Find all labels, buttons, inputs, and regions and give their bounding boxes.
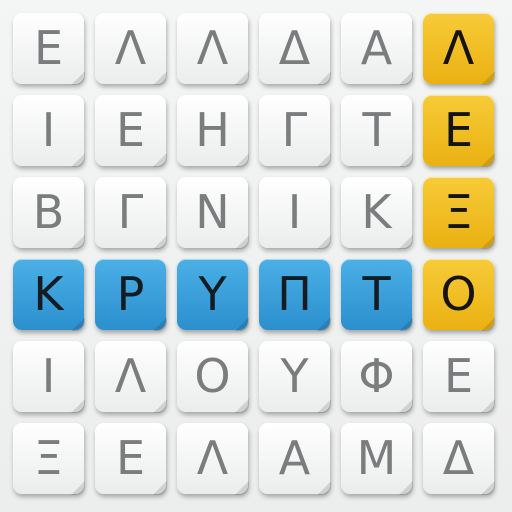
letter-tile-r3-c5[interactable]: Ο [423,259,495,331]
letter: Ε [33,20,64,75]
letter-tile-r2-c3[interactable]: Ι [259,177,331,249]
letter-tile-r1-c3[interactable]: Γ [259,95,331,167]
letter-tile-r1-c1[interactable]: Ε [95,95,167,167]
letter-tile-r1-c0[interactable]: Ι [13,95,85,167]
letter: Λ [114,20,147,75]
letter: Ο [440,266,477,321]
letter: Λ [196,20,229,75]
letter-tile-r5-c2[interactable]: Λ [177,423,249,495]
letter: Ξ [443,184,474,239]
letter: Π [277,266,312,321]
letter: Ν [195,184,230,239]
letter-tile-r1-c4[interactable]: Τ [341,95,413,167]
letter: Λ [114,348,147,403]
letter-tile-r1-c5[interactable]: Ε [423,95,495,167]
letter: Τ [362,266,391,321]
letter-tile-r2-c4[interactable]: Κ [341,177,413,249]
letter: Τ [362,102,391,157]
letter-tile-r5-c4[interactable]: Μ [341,423,413,495]
letter-tile-r0-c4[interactable]: Α [341,13,413,85]
letter-tile-r4-c0[interactable]: Ι [13,341,85,413]
letter: Μ [356,430,397,485]
letter-tile-r2-c1[interactable]: Γ [95,177,167,249]
letter: Ι [41,348,56,403]
letter-tile-r3-c4[interactable]: Τ [341,259,413,331]
letter-tile-r3-c2[interactable]: Υ [177,259,249,331]
letter: Ε [443,102,474,157]
letter: Ε [443,348,474,403]
letter: Φ [358,348,395,403]
letter-tile-r5-c1[interactable]: Ε [95,423,167,495]
letter: Κ [361,184,392,239]
letter: Υ [198,266,227,321]
letter: Ο [194,348,231,403]
letter-tile-r1-c2[interactable]: Η [177,95,249,167]
letter: Ρ [116,266,145,321]
letter-tile-r0-c5[interactable]: Λ [423,13,495,85]
letter-tile-r0-c3[interactable]: Δ [259,13,331,85]
letter: Κ [33,266,64,321]
letter-tile-r2-c5[interactable]: Ξ [423,177,495,249]
letter-tile-r2-c2[interactable]: Ν [177,177,249,249]
letter: Ε [115,102,146,157]
letter: Α [360,20,393,75]
letter-tile-r0-c1[interactable]: Λ [95,13,167,85]
letter: Δ [278,20,311,75]
letter: Δ [442,430,475,485]
letter: Λ [442,20,475,75]
letter: Γ [117,184,144,239]
letter: Λ [196,430,229,485]
letter-tile-r4-c3[interactable]: Υ [259,341,331,413]
letter: Ι [287,184,302,239]
letter-tile-r2-c0[interactable]: Β [13,177,85,249]
letter: Ι [41,102,56,157]
letter-tile-r4-c5[interactable]: Ε [423,341,495,413]
letter: Α [278,430,311,485]
letter: Γ [281,102,308,157]
letter-tile-r0-c0[interactable]: Ε [13,13,85,85]
letter-tile-r3-c0[interactable]: Κ [13,259,85,331]
letter-tile-r5-c3[interactable]: Α [259,423,331,495]
letter: Β [32,184,65,239]
letter-tile-r3-c3[interactable]: Π [259,259,331,331]
letter: Ε [115,430,146,485]
letter: Ξ [33,430,64,485]
letter-tile-r3-c1[interactable]: Ρ [95,259,167,331]
letter: Η [195,102,230,157]
letter-tile-r0-c2[interactable]: Λ [177,13,249,85]
letter-tile-r4-c1[interactable]: Λ [95,341,167,413]
letter-tile-r5-c0[interactable]: Ξ [13,423,85,495]
letter-tile-r5-c5[interactable]: Δ [423,423,495,495]
letter-tile-r4-c4[interactable]: Φ [341,341,413,413]
letter: Υ [280,348,309,403]
word-search-grid: ΕΛΛΔΑΛΙΕΗΓΤΕΒΓΝΙΚΞΚΡΥΠΤΟΙΛΟΥΦΕΞΕΛΑΜΔ [0,0,512,512]
letter-tile-r4-c2[interactable]: Ο [177,341,249,413]
